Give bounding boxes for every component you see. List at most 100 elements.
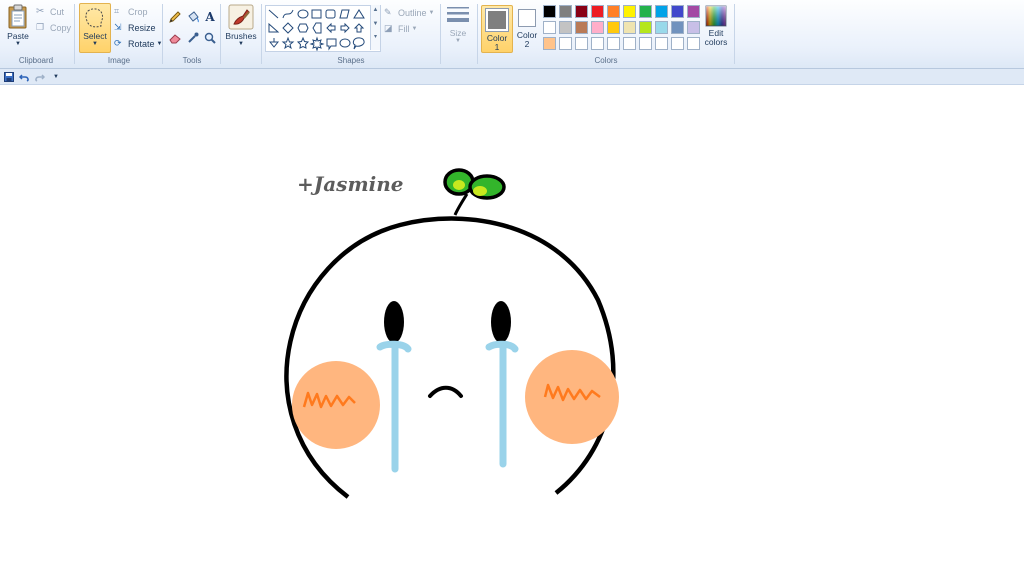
fill-bucket-icon[interactable]: [185, 9, 201, 25]
palette-swatch[interactable]: [639, 21, 652, 34]
color-picker-icon[interactable]: [185, 30, 201, 46]
separator: [477, 4, 478, 64]
palette-swatch[interactable]: [687, 5, 700, 18]
paste-button[interactable]: Paste ▼: [4, 4, 32, 47]
palette-swatch[interactable]: [543, 37, 556, 50]
palette-swatch[interactable]: [687, 37, 700, 50]
color1-swatch-frame: [485, 8, 509, 32]
free-select-icon: [85, 8, 104, 28]
signature-text: +Jasmine: [297, 172, 403, 196]
leaf-right: [468, 174, 506, 200]
redo-icon[interactable]: [33, 71, 45, 82]
outline-dropdown-icon: ▼: [428, 9, 435, 16]
color1-label: Color 1: [486, 33, 508, 52]
rainbow-palette-icon: [705, 5, 727, 27]
colors-group-label: Colors: [594, 56, 618, 65]
line-size-icon: [447, 7, 469, 22]
outline-icon: ✎: [384, 7, 392, 17]
palette-swatch[interactable]: [607, 5, 620, 18]
palette-swatch[interactable]: [591, 21, 604, 34]
palette-swatch[interactable]: [687, 21, 700, 34]
tear-right: [485, 340, 519, 468]
palette-swatch[interactable]: [575, 21, 588, 34]
palette-swatch[interactable]: [655, 21, 668, 34]
pencil-icon[interactable]: [167, 9, 183, 25]
size-label: Size: [449, 28, 467, 38]
fill-icon: ◪: [384, 23, 393, 33]
brush-icon: [228, 4, 254, 30]
scroll-up-icon[interactable]: ▲: [371, 7, 380, 13]
color2-button[interactable]: Color 2: [512, 5, 542, 51]
palette-swatch[interactable]: [591, 37, 604, 50]
palette-swatch[interactable]: [559, 5, 572, 18]
brushes-button[interactable]: Brushes ▼: [224, 4, 258, 47]
palette-swatch[interactable]: [559, 21, 572, 34]
resize-icon: ⇲: [114, 22, 122, 32]
edit-colors-label: Edit colors: [704, 28, 728, 47]
fill-dropdown-icon: ▼: [411, 25, 418, 32]
color2-swatch-frame: [518, 9, 536, 27]
size-button[interactable]: Size ▼: [444, 5, 472, 44]
image-group: Select ▼ ⌗ Crop ⇲ Resize ⟳ Rotate ▼ Imag…: [76, 0, 162, 68]
palette-swatch[interactable]: [655, 5, 668, 18]
color2-label: Color 2: [516, 30, 538, 49]
clipboard-group-label: Clipboard: [18, 56, 54, 65]
magnifier-icon[interactable]: [202, 30, 218, 46]
eraser-icon[interactable]: [167, 30, 183, 46]
palette-swatch[interactable]: [575, 5, 588, 18]
palette-swatch[interactable]: [559, 37, 572, 50]
save-icon[interactable]: [3, 71, 15, 82]
rotate-icon: ⟳: [114, 38, 122, 48]
palette-swatch[interactable]: [575, 37, 588, 50]
palette-swatch[interactable]: [671, 21, 684, 34]
palette-swatch[interactable]: [639, 37, 652, 50]
tear-left: [376, 340, 412, 473]
drawing: +Jasmine: [284, 168, 619, 499]
palette-swatch[interactable]: [623, 5, 636, 18]
palette-swatch[interactable]: [655, 37, 668, 50]
palette-swatch[interactable]: [623, 21, 636, 34]
size-dropdown-icon: ▼: [455, 38, 461, 44]
edit-colors-button[interactable]: Edit colors: [702, 5, 730, 47]
fill-button[interactable]: ◪ Fill ▼: [384, 23, 417, 34]
select-button[interactable]: Select ▼: [79, 3, 111, 53]
palette-swatch[interactable]: [607, 21, 620, 34]
cut-label: Cut: [50, 6, 65, 17]
separator: [220, 4, 221, 64]
separator: [440, 4, 441, 64]
expand-gallery-icon[interactable]: ▾: [371, 33, 380, 40]
paste-dropdown-icon: ▼: [15, 41, 21, 47]
scroll-down-icon[interactable]: ▼: [371, 21, 380, 27]
customize-qat-icon[interactable]: ▼: [50, 71, 62, 82]
shapes-gallery: [265, 5, 381, 52]
palette-swatch[interactable]: [623, 37, 636, 50]
leaf-highlight: [453, 180, 465, 190]
palette-swatch[interactable]: [671, 37, 684, 50]
paste-icon: [8, 4, 27, 29]
palette-swatch[interactable]: [607, 37, 620, 50]
tools-group-label: Tools: [182, 56, 202, 65]
color2-swatch: [520, 11, 534, 25]
rotate-button[interactable]: ⟳ Rotate ▼: [114, 38, 162, 49]
crop-button[interactable]: ⌗ Crop: [114, 6, 148, 17]
outline-button[interactable]: ✎ Outline ▼: [384, 7, 434, 18]
color-palette: [543, 5, 703, 53]
palette-swatch[interactable]: [671, 5, 684, 18]
color1-button[interactable]: Color 1: [481, 5, 513, 53]
palette-swatch[interactable]: [591, 5, 604, 18]
palette-swatch[interactable]: [543, 21, 556, 34]
cut-button[interactable]: ✂ Cut: [36, 6, 64, 17]
resize-button[interactable]: ⇲ Resize: [114, 22, 156, 33]
palette-swatch[interactable]: [543, 5, 556, 18]
copy-button[interactable]: ❐ Copy: [36, 22, 71, 33]
text-tool-icon[interactable]: A: [202, 9, 218, 25]
shapes-scrollbar[interactable]: ▲ ▼ ▾: [370, 5, 380, 50]
drawing-canvas[interactable]: +Jasmine: [0, 85, 1024, 576]
palette-swatch[interactable]: [639, 5, 652, 18]
separator: [734, 4, 735, 64]
rotate-label: Rotate: [128, 38, 155, 49]
sprout-stem: [453, 193, 469, 216]
undo-icon[interactable]: [18, 71, 30, 82]
select-dropdown-icon: ▼: [92, 41, 98, 47]
fill-label: Fill: [398, 23, 410, 34]
